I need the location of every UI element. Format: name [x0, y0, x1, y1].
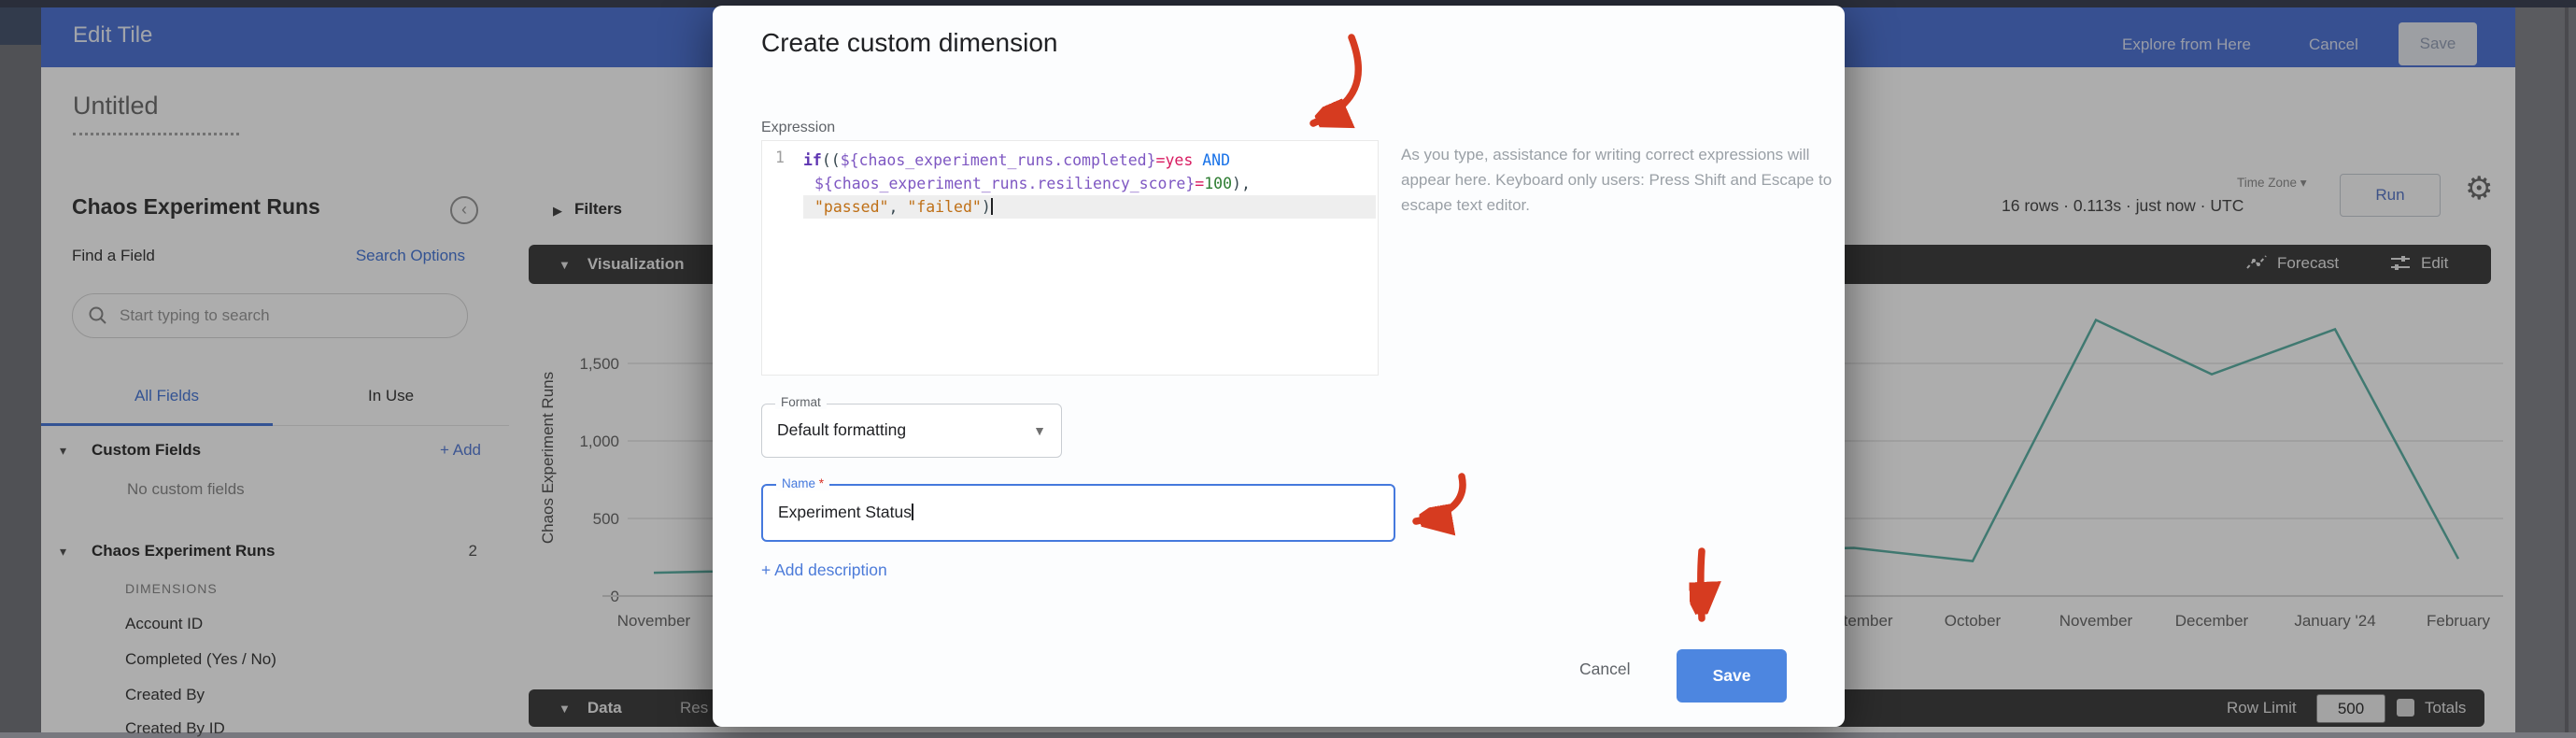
- create-custom-dimension-dialog: Create custom dimension Expression 1 if(…: [713, 6, 1845, 727]
- chevron-down-icon: ▼: [1033, 423, 1046, 438]
- code-line: "passed", "failed"): [803, 195, 1376, 219]
- name-input[interactable]: Name * Experiment Status: [761, 484, 1395, 542]
- text-cursor: [991, 198, 993, 215]
- name-label: Name *: [776, 476, 829, 490]
- add-description-link[interactable]: + Add description: [761, 561, 887, 580]
- format-selected-value: Default formatting: [777, 420, 906, 440]
- dialog-title: Create custom dimension: [761, 28, 1057, 58]
- format-select[interactable]: Format Default formatting ▼: [761, 404, 1062, 458]
- code-line: ${chaos_experiment_runs.resiliency_score…: [803, 172, 1376, 195]
- expression-assist-text: As you type, assistance for writing corr…: [1401, 142, 1838, 218]
- format-label: Format: [775, 395, 827, 409]
- text-cursor: [912, 504, 913, 520]
- dialog-save-button[interactable]: Save: [1677, 649, 1787, 703]
- code-line: if((${chaos_experiment_runs.completed}=y…: [803, 149, 1376, 172]
- dialog-cancel-button[interactable]: Cancel: [1579, 660, 1630, 679]
- expression-code-editor[interactable]: 1 if((${chaos_experiment_runs.completed}…: [761, 140, 1379, 376]
- expression-code[interactable]: if((${chaos_experiment_runs.completed}=y…: [803, 149, 1376, 219]
- expression-label: Expression: [761, 120, 835, 136]
- name-input-value: Experiment Status: [778, 503, 913, 522]
- line-number: 1: [775, 149, 785, 166]
- required-asterisk: *: [819, 476, 824, 490]
